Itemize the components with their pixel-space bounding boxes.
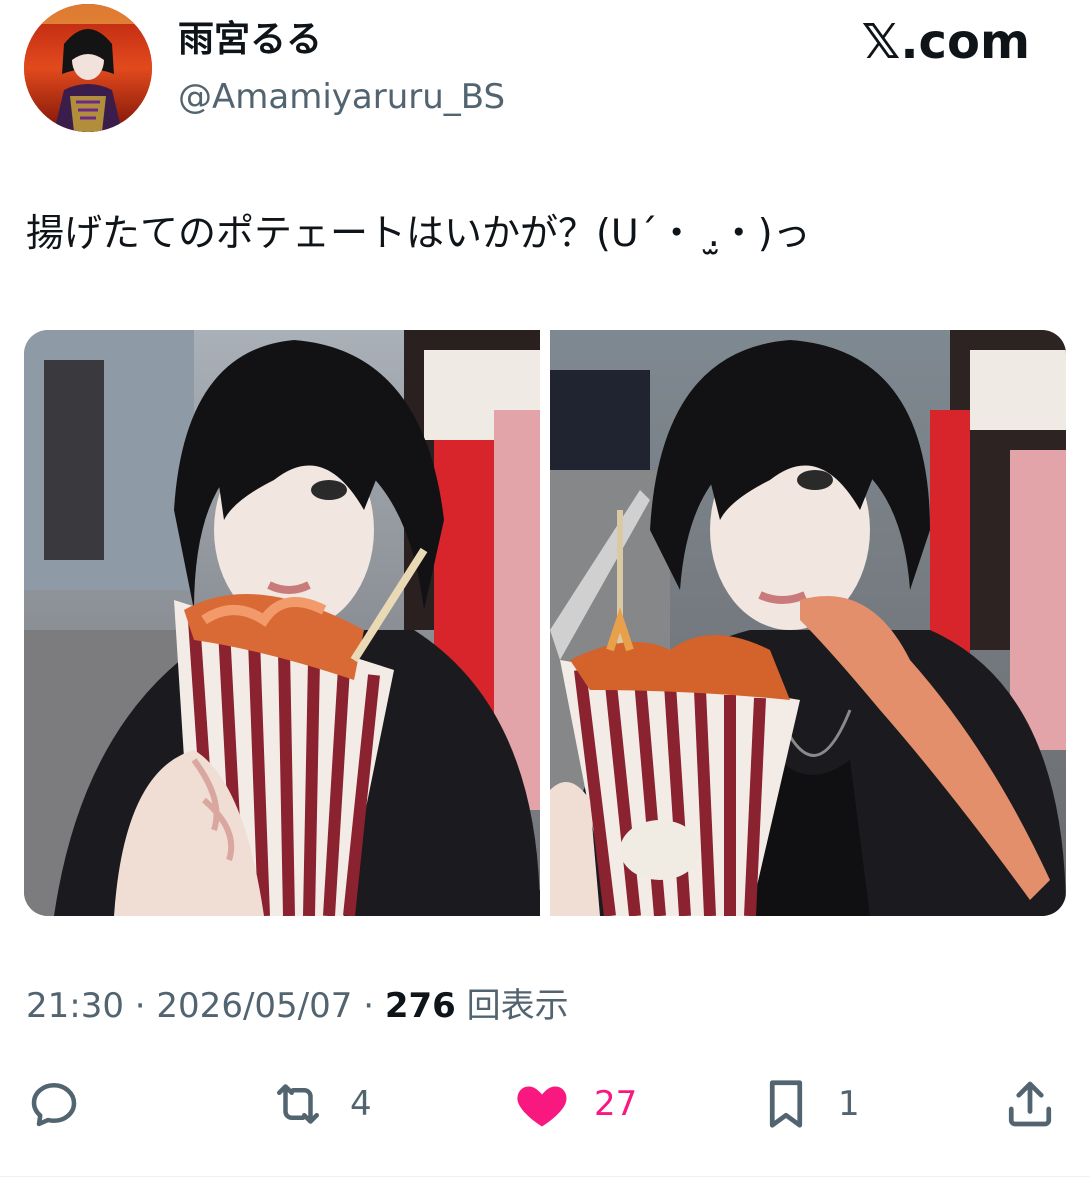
tweet-date[interactable]: 2026/05/07 <box>156 986 352 1026</box>
tweet-time[interactable]: 21:30 <box>26 986 124 1026</box>
retweet-icon <box>277 1084 319 1124</box>
action-bar: 4 27 1 <box>0 1066 1090 1142</box>
brand-logo[interactable]: 𝕏.com <box>862 14 1030 70</box>
views-count: 276 <box>384 986 456 1026</box>
reply-icon <box>31 1083 77 1127</box>
like-count: 27 <box>594 1084 638 1124</box>
share-button[interactable] <box>1000 1066 1060 1142</box>
retweet-button[interactable]: 4 <box>268 1066 372 1142</box>
retweet-count: 4 <box>350 1084 372 1124</box>
avatar[interactable] <box>24 4 152 132</box>
avatar-image <box>24 4 152 132</box>
bookmark-icon <box>769 1080 803 1128</box>
photo-fries-2-image <box>550 330 1066 916</box>
like-button[interactable]: 27 <box>512 1066 637 1142</box>
share-icon <box>1008 1081 1052 1127</box>
heart-icon <box>517 1086 567 1127</box>
photo-2[interactable] <box>550 330 1066 916</box>
media-grid <box>24 330 1066 916</box>
views-label: 回表示 <box>455 986 569 1026</box>
bookmark-button[interactable]: 1 <box>756 1066 860 1142</box>
meta-separator: · <box>352 986 385 1026</box>
divider <box>0 1176 1090 1177</box>
photo-fries-1-image <box>24 330 540 916</box>
display-name[interactable]: 雨宮るる <box>178 18 322 62</box>
tweet-meta: 21:30 · 2026/05/07 · 276 回表示 <box>26 982 569 1030</box>
meta-separator: · <box>123 986 157 1026</box>
user-handle[interactable]: @Amamiyaruru_BS <box>178 76 505 118</box>
photo-1[interactable] <box>24 330 540 916</box>
tweet-header: 雨宮るる @Amamiyaruru_BS 𝕏.com <box>0 0 1090 140</box>
tweet-text: 揚げたてのポテェートはいかが？(ᑌ´・ .̫・)っ <box>26 211 811 255</box>
bookmark-count: 1 <box>838 1084 860 1124</box>
reply-button[interactable] <box>24 1066 106 1142</box>
